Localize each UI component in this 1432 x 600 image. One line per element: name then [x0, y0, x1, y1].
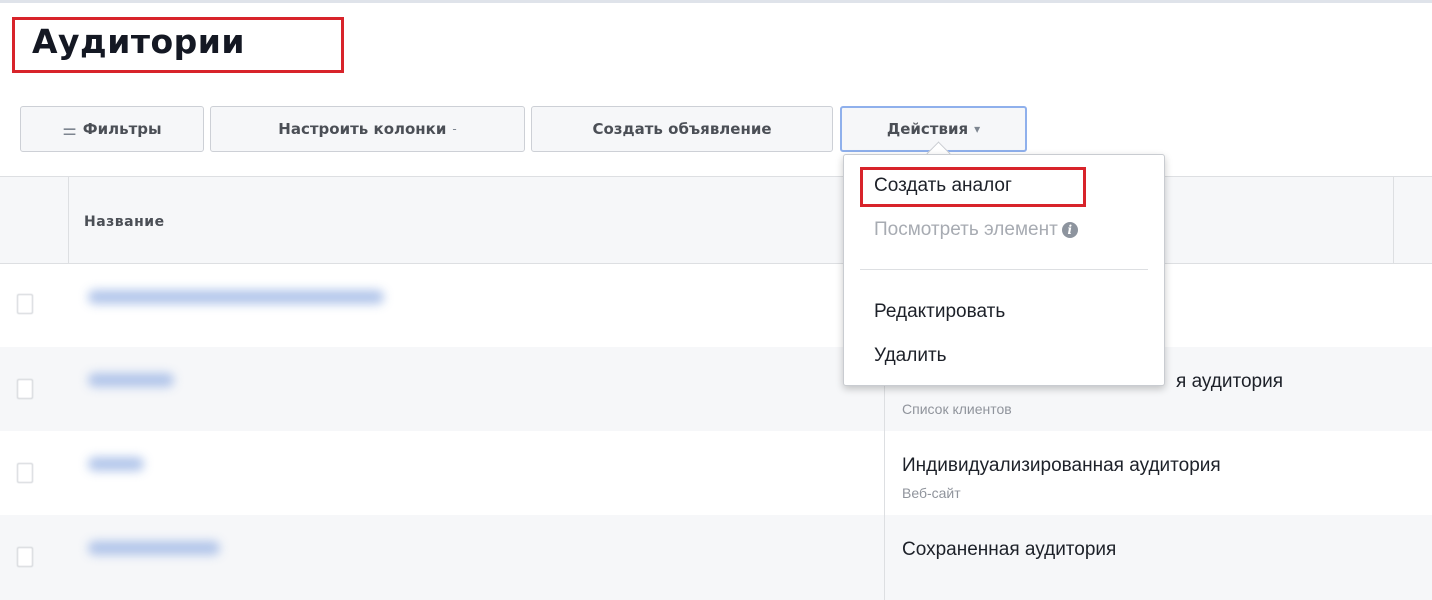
audience-type: Индивидуализированная аудитория	[902, 455, 1221, 476]
row-checkbox[interactable]	[17, 547, 33, 567]
chevron-down-icon: -	[452, 122, 457, 136]
column-header-name[interactable]: Название	[84, 214, 165, 230]
audience-name-link[interactable]	[88, 290, 384, 304]
audience-source: Веб-сайт	[902, 485, 961, 501]
table-row: я аудитория Список клиентов	[0, 347, 1432, 432]
menu-item-delete[interactable]: Удалить	[874, 345, 947, 367]
menu-item-view-element-label: Посмотреть элемент	[874, 219, 1058, 240]
column-divider	[68, 177, 69, 263]
audience-type: я аудитория	[1176, 371, 1284, 392]
actions-label: Действия	[886, 120, 969, 138]
create-ad-label: Создать объявление	[592, 120, 772, 138]
table-row: Сохраненная аудитория	[0, 515, 1432, 600]
table-row	[0, 264, 1432, 348]
audience-name-link[interactable]	[88, 541, 220, 555]
filter-sliders-icon: ⚌	[62, 119, 77, 139]
menu-item-edit[interactable]: Редактировать	[874, 301, 1005, 323]
column-divider	[1393, 177, 1394, 263]
audience-name-link[interactable]	[88, 457, 144, 471]
audience-type: Сохраненная аудитория	[902, 539, 1117, 560]
row-checkbox[interactable]	[17, 379, 33, 399]
customize-columns-button[interactable]: Настроить колонки -	[210, 106, 525, 152]
menu-divider	[860, 269, 1148, 270]
info-icon: i	[1061, 221, 1078, 238]
caret-down-icon: ▾	[974, 122, 981, 136]
filters-button-label: Фильтры	[82, 120, 162, 138]
table-header-row	[0, 177, 1432, 264]
audience-name-link[interactable]	[88, 373, 174, 387]
row-checkbox[interactable]	[17, 294, 33, 314]
menu-item-view-element: Посмотреть элемент i	[874, 219, 1078, 241]
row-checkbox[interactable]	[17, 463, 33, 483]
table-row: Индивидуализированная аудитория Веб-сайт	[0, 431, 1432, 516]
filters-button[interactable]: ⚌ Фильтры	[20, 106, 204, 152]
create-ad-button[interactable]: Создать объявление	[531, 106, 833, 152]
page-title: Аудитории	[32, 22, 245, 61]
audience-source: Список клиентов	[902, 401, 1012, 417]
top-border	[0, 0, 1432, 3]
menu-item-create-lookalike[interactable]: Создать аналог	[874, 175, 1012, 197]
actions-dropdown-menu: Создать аналог Посмотреть элемент i Редак…	[843, 154, 1165, 386]
customize-columns-label: Настроить колонки	[278, 120, 447, 138]
